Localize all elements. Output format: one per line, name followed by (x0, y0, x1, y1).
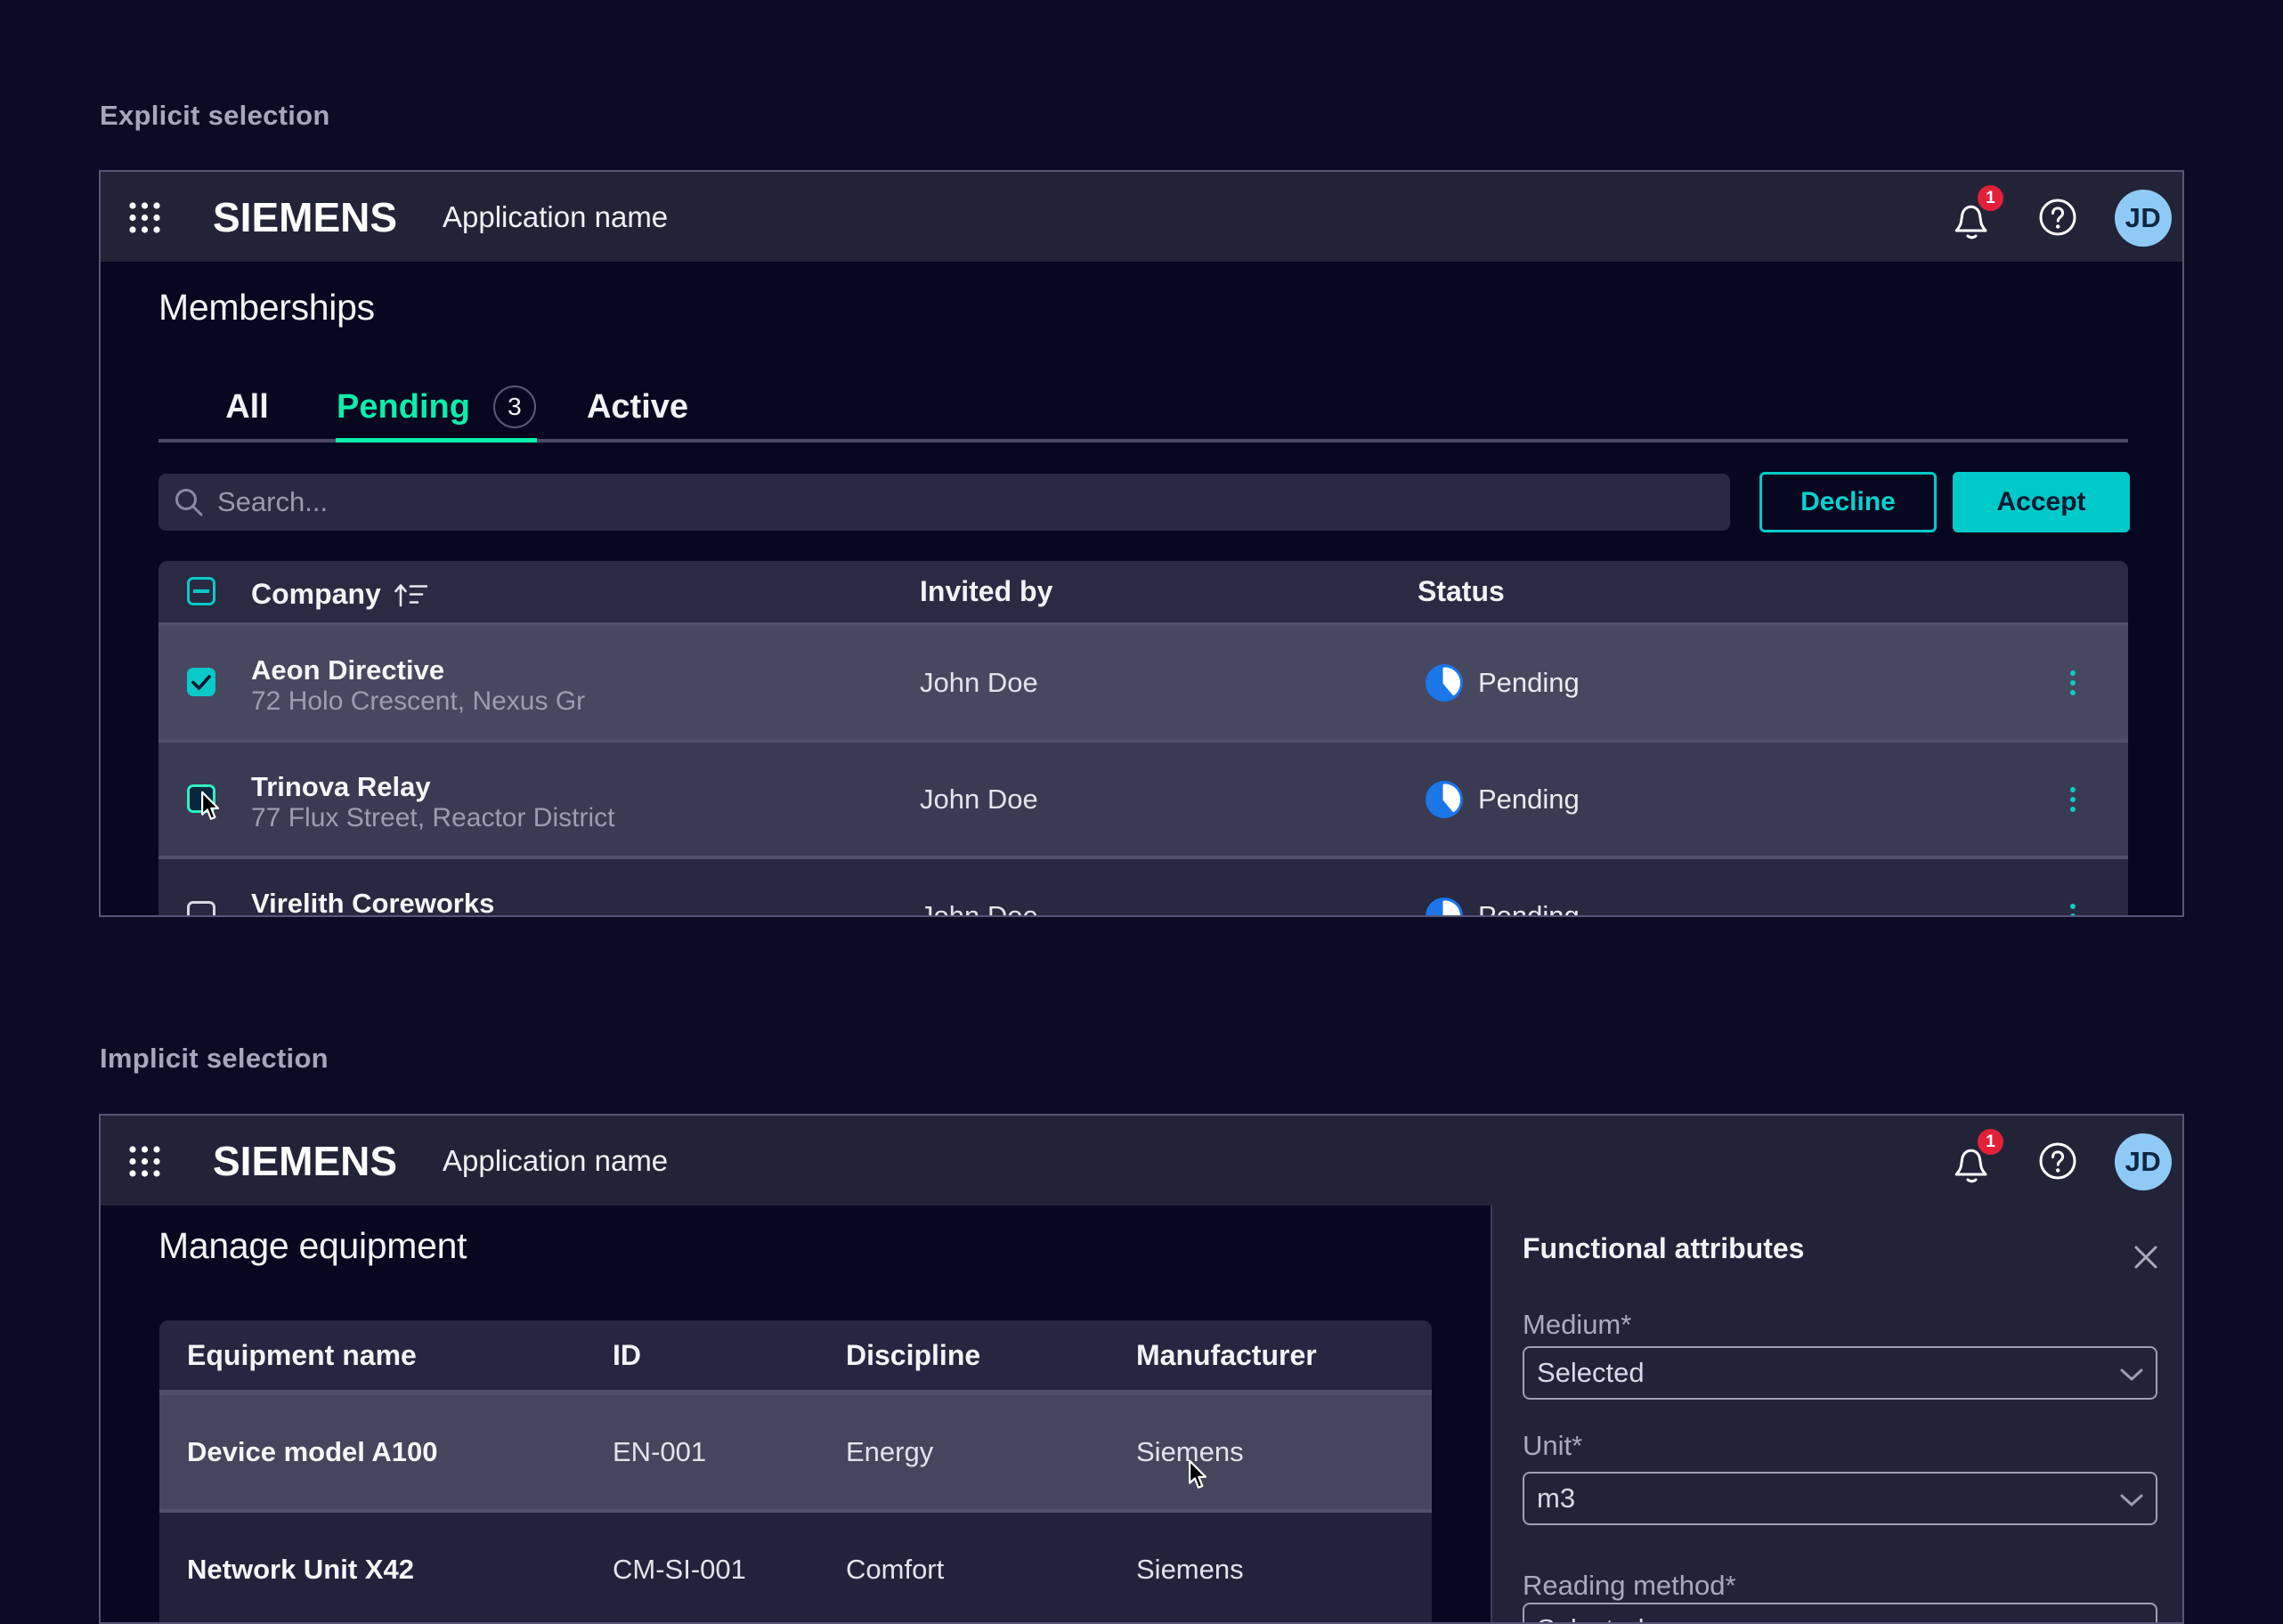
notifications-button[interactable]: 1 (1946, 1116, 1999, 1206)
equipment-name-cell: Network Unit X42 (187, 1513, 414, 1624)
help-icon (2038, 198, 2077, 237)
chevron-down-icon (2120, 1368, 2143, 1381)
table-row[interactable]: Aeon Directive 72 Holo Crescent, Nexus G… (158, 626, 2128, 739)
table-header-row: Equipment name ID Discipline Manufacture… (159, 1320, 1432, 1390)
close-icon (2133, 1245, 2158, 1270)
checkbox-checked[interactable] (187, 668, 215, 696)
page-title: Manage equipment (158, 1225, 467, 1267)
checkbox-indeterminate[interactable] (187, 577, 215, 605)
column-invited-by[interactable]: Invited by (920, 561, 1052, 622)
id-cell: EN-001 (613, 1395, 706, 1509)
notification-badge: 1 (1978, 1129, 2003, 1155)
application-name: Application name (443, 172, 668, 262)
notification-badge: 1 (1978, 185, 2003, 211)
status-pending-icon (1426, 897, 1463, 918)
functional-attributes-panel: Functional attributes Medium* Selected U… (1491, 1206, 2182, 1622)
kebab-menu-icon[interactable] (2068, 743, 2078, 856)
memberships-window: SIEMENS Application name 1 JD Membership… (99, 170, 2184, 917)
app-launcher-icon[interactable] (129, 202, 160, 233)
notifications-button[interactable]: 1 (1946, 172, 1999, 262)
table-row[interactable]: Virelith Coreworks John Doe Pending (158, 859, 2128, 917)
siemens-logo: SIEMENS (213, 193, 397, 241)
invited-by-cell: John Doe (920, 743, 1038, 856)
stage: Explicit selection SIEMENS Application n… (0, 0, 2283, 1624)
status-cell: Pending (1426, 626, 1580, 739)
pending-count-badge: 3 (493, 386, 536, 428)
status-cell: Pending (1426, 859, 1580, 917)
help-button[interactable] (2031, 172, 2084, 262)
equipment-main: Manage equipment Equipment name ID Disci… (101, 1206, 1491, 1622)
app-header: SIEMENS Application name 1 JD (101, 172, 2182, 262)
equipment-window: SIEMENS Application name 1 JD Manage equ… (99, 1114, 2184, 1624)
user-avatar[interactable]: JD (2115, 1133, 2172, 1190)
decline-button[interactable]: Decline (1759, 472, 1937, 532)
status-cell: Pending (1426, 743, 1580, 856)
table-row[interactable]: Device model A100 EN-001 Energy Siemens (159, 1395, 1432, 1509)
discipline-cell: Energy (846, 1395, 933, 1509)
table-row[interactable]: Network Unit X42 CM-SI-001 Comfort Sieme… (159, 1513, 1432, 1624)
select-unit[interactable]: m3 (1523, 1472, 2157, 1525)
tab-all[interactable]: All (158, 380, 336, 434)
application-name: Application name (443, 1116, 668, 1206)
mouse-cursor (1188, 1459, 1210, 1492)
column-discipline[interactable]: Discipline (846, 1320, 980, 1390)
table-row[interactable]: Trinova Relay 77 Flux Street, Reactor Di… (158, 743, 2128, 856)
equipment-name-cell: Device model A100 (187, 1395, 437, 1509)
invited-by-cell: John Doe (920, 626, 1038, 739)
tab-pending[interactable]: Pending3 (336, 380, 537, 434)
app-launcher-icon[interactable] (129, 1146, 160, 1177)
company-address: 77 Flux Street, Reactor District (251, 803, 614, 833)
kebab-menu-icon[interactable] (2068, 626, 2078, 739)
table-header-row: Company Invited by Status (158, 561, 2128, 622)
tab-bar: All Pending3 Active (158, 386, 2128, 439)
sort-ascending-icon[interactable] (394, 581, 427, 608)
search-icon (174, 487, 204, 517)
search-input[interactable]: Search... (158, 474, 1730, 531)
company-name: Trinova Relay (251, 770, 614, 803)
column-manufacturer[interactable]: Manufacturer (1136, 1320, 1317, 1390)
active-tab-underline (336, 438, 537, 443)
column-equipment-name[interactable]: Equipment name (187, 1320, 417, 1390)
accept-button[interactable]: Accept (1953, 472, 2130, 532)
id-cell: CM-SI-001 (613, 1513, 746, 1624)
mouse-cursor (200, 791, 223, 824)
field-label-reading-method: Reading method* (1523, 1570, 1736, 1602)
page-title: Memberships (158, 287, 375, 329)
app-header: SIEMENS Application name 1 JD (101, 1116, 2182, 1206)
memberships-table: Company Invited by Status Aeon D (158, 561, 2128, 917)
chevron-down-icon (2120, 1494, 2143, 1506)
tab-active[interactable]: Active (537, 380, 738, 434)
company-name: Virelith Coreworks (251, 887, 494, 917)
company-name: Aeon Directive (251, 654, 585, 686)
status-pending-icon (1426, 781, 1463, 818)
column-status[interactable]: Status (1418, 561, 1505, 622)
search-placeholder: Search... (217, 474, 328, 531)
equipment-table: Equipment name ID Discipline Manufacture… (159, 1320, 1432, 1624)
select-reading-method[interactable]: Selected (1523, 1603, 2157, 1624)
siemens-logo: SIEMENS (213, 1137, 397, 1185)
kebab-menu-icon[interactable] (2068, 859, 2078, 917)
select-medium[interactable]: Selected (1523, 1346, 2157, 1400)
invited-by-cell: John Doe (920, 859, 1038, 917)
help-button[interactable] (2031, 1116, 2084, 1206)
field-label-unit: Unit* (1523, 1430, 1582, 1462)
column-id[interactable]: ID (613, 1320, 641, 1390)
close-button[interactable] (2128, 1239, 2164, 1275)
checkbox-unchecked[interactable] (187, 901, 215, 917)
panel-title: Functional attributes (1523, 1232, 1804, 1265)
field-label-medium: Medium* (1523, 1309, 1631, 1341)
discipline-cell: Comfort (846, 1513, 944, 1624)
user-avatar[interactable]: JD (2115, 190, 2172, 247)
help-icon (2038, 1141, 2077, 1181)
explicit-selection-label: Explicit selection (100, 100, 330, 132)
manufacturer-cell: Siemens (1136, 1513, 1244, 1624)
implicit-selection-label: Implicit selection (100, 1043, 329, 1075)
status-pending-icon (1426, 664, 1463, 702)
company-address: 72 Holo Crescent, Nexus Gr (251, 686, 585, 717)
column-company[interactable]: Company (251, 578, 381, 611)
